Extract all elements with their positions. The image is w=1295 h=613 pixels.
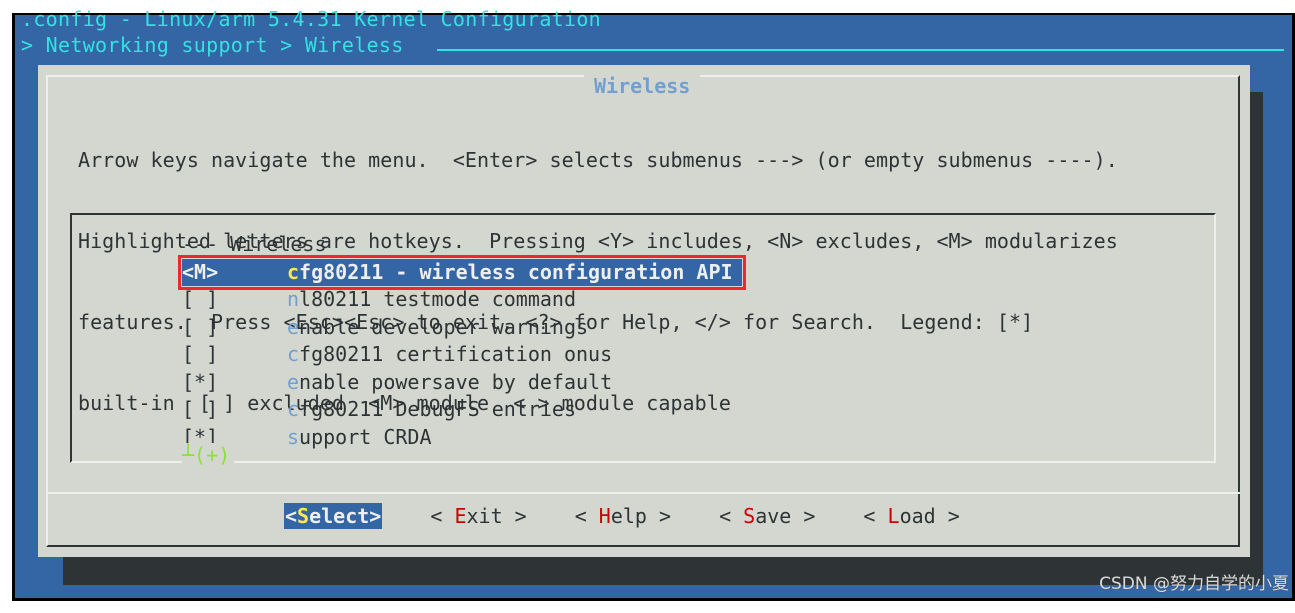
- help-line: Arrow keys navigate the menu. <Enter> se…: [78, 148, 1118, 172]
- option-label-rest: fg80211 DebugFS entries: [299, 397, 576, 421]
- load-button[interactable]: < Load >: [863, 503, 959, 529]
- button-bracket-left: <: [863, 504, 888, 528]
- button-bar: <Select> < Exit > < Help > < Save > < Load >: [284, 503, 1008, 529]
- exit-button[interactable]: < Exit >: [430, 503, 526, 529]
- hotkey-letter: s: [287, 424, 300, 449]
- button-hotkey: H: [598, 504, 611, 528]
- option-label: nl80211 testmode command: [287, 286, 576, 314]
- hotkey-letter: c: [287, 259, 300, 284]
- menu-header: --- Wireless: [182, 231, 742, 259]
- button-label-rest: xit >: [466, 504, 527, 528]
- option-state[interactable]: <M>: [182, 259, 287, 287]
- option-label: cfg80211 certification onus: [287, 341, 612, 369]
- more-items-indicator[interactable]: ┴(+): [182, 443, 235, 467]
- help-button[interactable]: < Help >: [575, 503, 671, 529]
- breadcrumb: > Networking support > Wireless: [21, 33, 404, 57]
- select-button[interactable]: <Select>: [284, 503, 383, 529]
- menu-item[interactable]: [ ] cfg80211 certification onus: [182, 341, 742, 369]
- menu-item[interactable]: [ ] cfg80211 DebugFS entries: [182, 396, 742, 424]
- window-title: .config - Linux/arm 5.4.31 Kernel Config…: [21, 7, 602, 31]
- option-label: cfg80211 DebugFS entries: [287, 396, 576, 424]
- button-bracket-left: <: [285, 504, 298, 528]
- menuconfig-dialog: Wireless Arrow keys navigate the menu. <…: [38, 65, 1250, 557]
- menu-item[interactable]: [ ] enable developer warnings: [182, 314, 742, 342]
- option-label-rest: fg80211 - wireless configuration API: [299, 259, 733, 284]
- menu-item-selected[interactable]: <M> cfg80211 - wireless configuration API: [178, 254, 746, 290]
- option-label: enable developer warnings: [287, 314, 588, 342]
- menu-item[interactable]: [*] enable powersave by default: [182, 369, 742, 397]
- option-label-rest: nable developer warnings: [299, 314, 589, 339]
- button-hotkey: L: [887, 504, 900, 528]
- option-state[interactable]: [*]: [182, 369, 287, 397]
- button-label-rest: elp >: [610, 504, 672, 528]
- menu-item[interactable]: [ ] nl80211 testmode command: [182, 286, 742, 314]
- option-state[interactable]: [ ]: [182, 314, 287, 342]
- watermark: CSDN @努力自学的小夏: [1099, 574, 1289, 594]
- button-separator: [46, 492, 1240, 494]
- option-label-rest: fg80211 certification onus: [299, 342, 613, 366]
- option-label: support CRDA: [287, 424, 432, 452]
- hotkey-letter: e: [287, 369, 300, 394]
- hotkey-letter: c: [287, 342, 300, 366]
- button-hotkey: S: [743, 504, 756, 528]
- save-button[interactable]: < Save >: [719, 503, 815, 529]
- menu-header-label: --- Wireless: [182, 232, 327, 256]
- button-bracket-left: <: [719, 504, 744, 528]
- button-label-rest: oad >: [899, 504, 960, 528]
- option-label-rest: upport CRDA: [299, 424, 432, 449]
- option-label: cfg80211 - wireless configuration API: [287, 259, 733, 287]
- hotkey-letter: c: [287, 397, 300, 421]
- hotkey-letter: n: [287, 287, 300, 311]
- button-label-rest: elect>: [309, 504, 382, 528]
- option-state[interactable]: [ ]: [182, 341, 287, 369]
- terminal-window: .config - Linux/arm 5.4.31 Kernel Config…: [12, 8, 1295, 601]
- button-hotkey: E: [454, 504, 467, 528]
- button-bracket-left: <: [574, 504, 599, 528]
- button-label-rest: ave >: [755, 504, 816, 528]
- option-label-rest: nable powersave by default: [299, 369, 613, 394]
- menu-list: --- Wireless <M> cfg80211 - wireless conf…: [178, 231, 746, 452]
- menu-item[interactable]: [*] support CRDA: [182, 424, 742, 452]
- button-hotkey: S: [297, 504, 310, 528]
- option-label-rest: l80211 testmode command: [299, 287, 576, 311]
- hotkey-letter: e: [287, 314, 300, 339]
- option-state[interactable]: [ ]: [182, 286, 287, 314]
- breadcrumb-divider: [437, 49, 1284, 51]
- option-state[interactable]: [ ]: [182, 396, 287, 424]
- menu-box: --- Wireless <M> cfg80211 - wireless conf…: [70, 213, 1216, 467]
- option-label: enable powersave by default: [287, 369, 612, 397]
- button-bracket-left: <: [430, 504, 455, 528]
